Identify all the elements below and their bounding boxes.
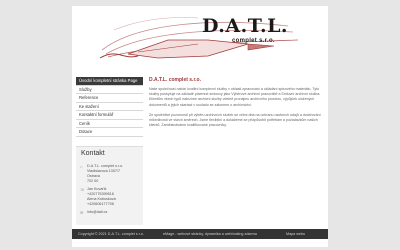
nav-item-downloads[interactable]: Ke stažení (76, 103, 143, 111)
page-title: D.A.T.L. complet s.r.o. (149, 77, 201, 83)
brand-subtitle: complet s.r.o. (232, 38, 275, 44)
contact-phone-2[interactable]: +420606177798 (87, 202, 114, 206)
nav-item-home[interactable]: Úvodní kompletní stránka Page (76, 77, 143, 86)
contact-phone-1[interactable]: +420775399518 (87, 192, 114, 196)
footer-sitemap-link[interactable]: Mapa webu (286, 229, 305, 239)
contact-person-2: Alena Kobusková (87, 197, 116, 201)
mail-icon: ✉ (80, 210, 84, 215)
sidebar-nav: Úvodní kompletní stránka Page Služby Ref… (76, 77, 143, 137)
intro-paragraph: Naše společnost nabízí kvalitní komplexn… (149, 87, 321, 107)
contact-title: Kontakt (81, 150, 105, 157)
contact-email[interactable]: info@datl.cz (87, 210, 107, 214)
contact-city: Ostrava (87, 174, 100, 178)
nav-item-services[interactable]: Služby (76, 86, 143, 94)
page-container: D.A.T.L. complet s.r.o. Úvodní kompletní… (72, 6, 328, 247)
second-paragraph: Ze spolehlivé pozornosti při výběru arch… (149, 112, 321, 128)
nav-item-pricelist[interactable]: Ceník (76, 120, 143, 128)
nav-item-grants[interactable]: Dotace (76, 128, 143, 137)
nav-item-contact-form[interactable]: Kontaktní formulář (76, 111, 143, 120)
nav-item-reference[interactable]: Reference (76, 94, 143, 103)
contact-company: D.A.T.L. complet s.r.o. (87, 164, 124, 168)
footer: Copyright © 2021 D.A.T.L. complet s.r.o.… (72, 229, 328, 239)
brand-name: D.A.T.L. (202, 15, 289, 37)
header: D.A.T.L. complet s.r.o. (72, 6, 328, 66)
contact-person-1: Jan Kovařík (87, 187, 107, 191)
home-icon: ⌂ (80, 164, 83, 169)
phone-icon: ☏ (80, 187, 86, 192)
contact-zip: 702 00 (87, 179, 99, 183)
footer-credit[interactable]: eMage - webové stránky, dynamika a webho… (163, 229, 257, 239)
contact-box: Kontakt ⌂ D.A.T.L. complet s.r.o. Vladis… (76, 146, 143, 225)
contact-street: Vladislavova 1307/7 (87, 169, 121, 173)
main-content: D.A.T.L. complet s.r.o. Naše společnost … (149, 77, 324, 133)
footer-copyright: Copyright © 2021 D.A.T.L. complet s.r.o. (78, 232, 144, 236)
